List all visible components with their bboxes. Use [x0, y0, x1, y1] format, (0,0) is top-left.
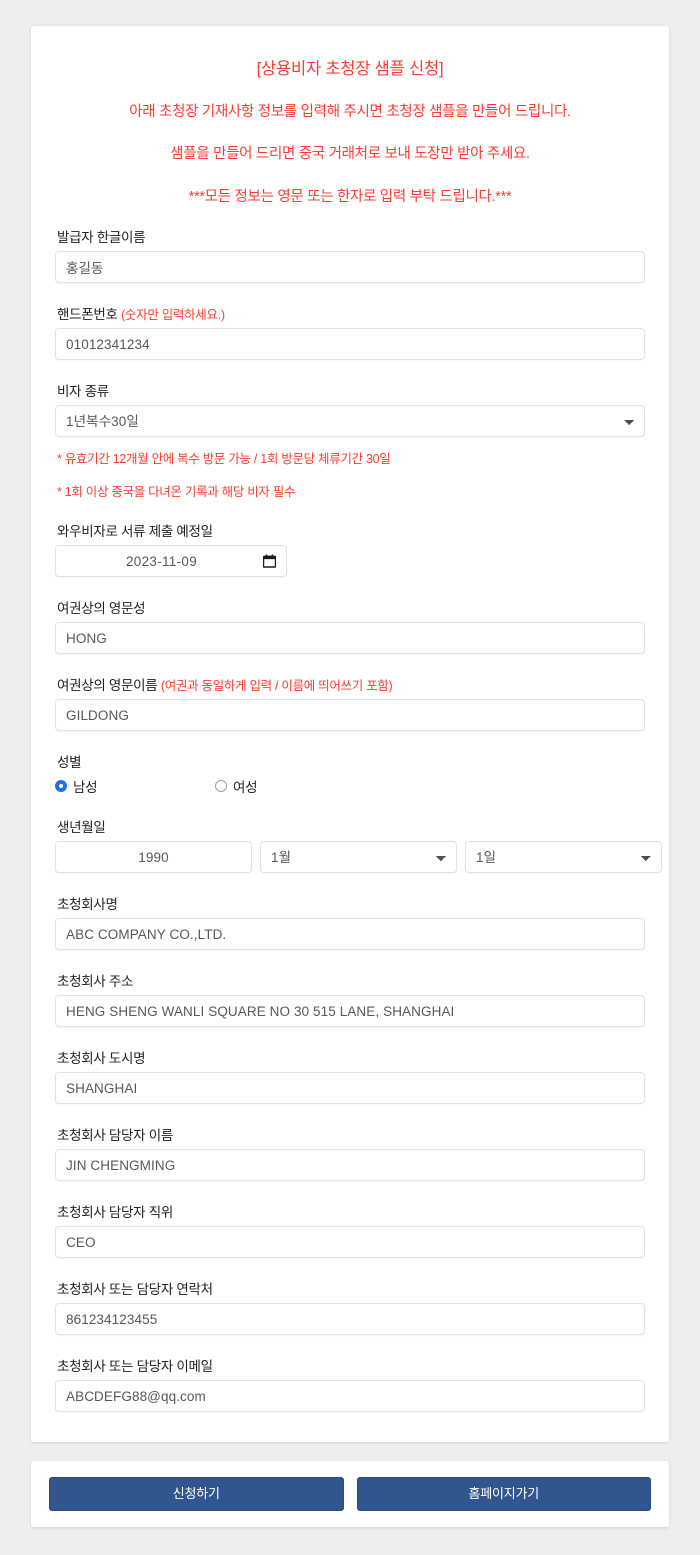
field-birth: 생년월일 1월 1일 — [55, 816, 662, 873]
company-city-input[interactable] — [55, 1072, 645, 1104]
field-company-name: 초청회사명 — [55, 893, 645, 950]
label-phone: 핸드폰번호 (숫자만 입력하세요.) — [57, 303, 645, 323]
submit-date-input[interactable]: 2023-11-09 — [55, 545, 287, 577]
field-contact-email: 초청회사 또는 담당자 이메일 — [55, 1355, 645, 1412]
notice-block: [상용비자 초청장 샘플 신청] 아래 초청장 기재사항 정보를 입력해 주시면… — [55, 55, 645, 206]
gender-radio-male[interactable]: 남성 — [55, 776, 215, 796]
label-birth: 생년월일 — [57, 820, 106, 835]
gender-female-label: 여성 — [233, 780, 258, 795]
phone-input[interactable] — [55, 328, 645, 360]
page-title: [상용비자 초청장 샘플 신청] — [256, 60, 444, 78]
contact-phone-input[interactable] — [55, 1303, 645, 1335]
calendar-icon[interactable] — [263, 554, 276, 568]
surname-input[interactable] — [55, 622, 645, 654]
label-korean-name: 발급자 한글이름 — [57, 230, 146, 245]
field-gender: 성별 남성 여성 — [55, 751, 645, 796]
field-surname: 여권상의 영문성 — [55, 597, 645, 654]
radio-selected-icon[interactable] — [55, 780, 67, 792]
label-phone-hint: (숫자만 입력하세요.) — [121, 308, 225, 322]
submit-date-value: 2023-11-09 — [125, 553, 198, 569]
visa-type-note-2: * 1회 이상 중국을 다녀온 기록과 해당 비자 필수 — [57, 485, 296, 499]
company-address-input[interactable] — [55, 995, 645, 1027]
field-phone: 핸드폰번호 (숫자만 입력하세요.) — [55, 303, 645, 360]
label-company-city: 초청회사 도시명 — [57, 1051, 146, 1066]
label-contact-email: 초청회사 또는 담당자 이메일 — [57, 1359, 213, 1374]
birth-year-input[interactable] — [55, 841, 252, 873]
field-company-address: 초청회사 주소 — [55, 970, 645, 1027]
field-contact-title: 초청회사 담당자 직위 — [55, 1201, 645, 1258]
visa-type-note-1: * 유효기간 12개월 안에 복수 방문 가능 / 1회 방문당 체류기간 30… — [57, 452, 391, 466]
homepage-button[interactable]: 홈페이지가기 — [356, 1477, 651, 1511]
label-contact-title: 초청회사 담당자 직위 — [57, 1205, 173, 1220]
label-given-name: 여권상의 영문이름 (여권과 동일하게 입력 / 이름에 띄어쓰기 포함) — [57, 674, 645, 694]
field-company-city: 초청회사 도시명 — [55, 1047, 645, 1104]
field-given-name: 여권상의 영문이름 (여권과 동일하게 입력 / 이름에 띄어쓰기 포함) — [55, 674, 645, 731]
field-submit-date: 와우비자로 서류 제출 예정일 2023-11-09 — [55, 520, 645, 577]
notice-line-1: 아래 초청장 기재사항 정보를 입력해 주시면 초청장 샘플을 만들어 드립니다… — [129, 104, 571, 120]
submit-button[interactable]: 신청하기 — [49, 1477, 344, 1511]
application-form-card: [상용비자 초청장 샘플 신청] 아래 초청장 기재사항 정보를 입력해 주시면… — [31, 26, 669, 1442]
label-company-name: 초청회사명 — [57, 897, 118, 912]
field-visa-type: 비자 종류 1년복수30일 * 유효기간 12개월 안에 복수 방문 가능 / … — [55, 380, 645, 500]
field-korean-name: 발급자 한글이름 — [55, 226, 645, 283]
contact-email-input[interactable] — [55, 1380, 645, 1412]
label-submit-date: 와우비자로 서류 제출 예정일 — [57, 524, 213, 539]
field-contact-phone: 초청회사 또는 담당자 연락처 — [55, 1278, 645, 1335]
label-given-name-text: 여권상의 영문이름 — [57, 678, 158, 693]
notice-line-2: 샘플을 만들어 드리면 중국 거래처로 보내 도장만 받아 주세요. — [170, 146, 530, 162]
gender-male-label: 남성 — [73, 780, 98, 795]
gender-radio-group: 남성 여성 — [55, 776, 645, 796]
label-contact-phone: 초청회사 또는 담당자 연락처 — [57, 1282, 213, 1297]
notice-line-3: ***모든 정보는 영문 또는 한자로 입력 부탁 드립니다.*** — [188, 189, 512, 205]
label-contact-name: 초청회사 담당자 이름 — [57, 1128, 173, 1143]
label-company-address: 초청회사 주소 — [57, 974, 134, 989]
contact-title-input[interactable] — [55, 1226, 645, 1258]
label-gender: 성별 — [57, 755, 82, 770]
label-surname: 여권상의 영문성 — [57, 601, 146, 616]
label-visa-type: 비자 종류 — [57, 384, 109, 399]
birth-month-select[interactable]: 1월 — [260, 841, 457, 873]
given-name-input[interactable] — [55, 699, 645, 731]
page-root: [상용비자 초청장 샘플 신청] 아래 초청장 기재사항 정보를 입력해 주시면… — [0, 0, 700, 1555]
submit-date-wrapper: 2023-11-09 — [55, 545, 287, 577]
korean-name-input[interactable] — [55, 251, 645, 283]
contact-name-input[interactable] — [55, 1149, 645, 1181]
birth-day-select[interactable]: 1일 — [465, 841, 662, 873]
visa-type-select[interactable]: 1년복수30일 — [55, 405, 645, 437]
field-contact-name: 초청회사 담당자 이름 — [55, 1124, 645, 1181]
gender-radio-female[interactable]: 여성 — [215, 776, 258, 796]
label-phone-text: 핸드폰번호 — [57, 307, 118, 322]
radio-unselected-icon[interactable] — [215, 780, 227, 792]
label-given-name-hint: (여권과 동일하게 입력 / 이름에 띄어쓰기 포함) — [160, 679, 393, 693]
action-button-card: 신청하기 홈페이지가기 — [31, 1461, 669, 1527]
company-name-input[interactable] — [55, 918, 645, 950]
birth-row: 1월 1일 — [55, 841, 662, 873]
